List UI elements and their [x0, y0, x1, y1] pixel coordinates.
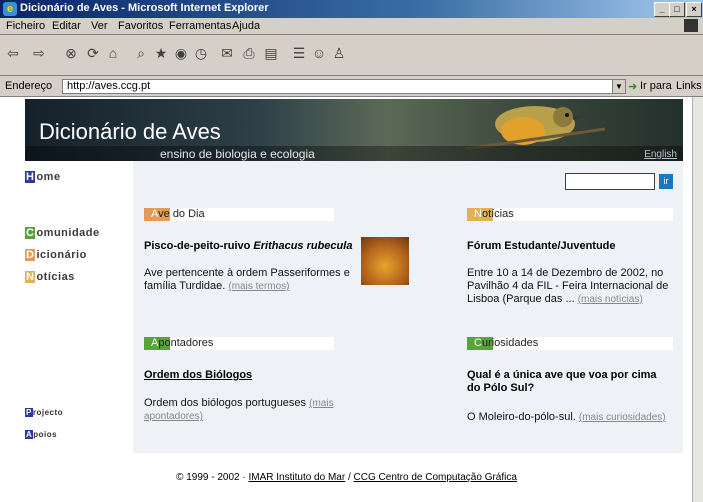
stop-icon[interactable]: ⊗ — [62, 42, 80, 64]
nav-noticias[interactable]: Notícias — [25, 271, 75, 283]
ave-do-dia-text: Ave pertencente à ordem Passeriformes e … — [144, 267, 350, 292]
section-curiosidades-header: Curiosidades — [467, 337, 673, 350]
back-icon[interactable]: ⇦ — [4, 42, 22, 64]
search-input[interactable] — [565, 173, 655, 190]
section-apontadores-header: Apontadores — [144, 337, 334, 350]
address-input[interactable]: http://aves.ccg.pt — [62, 79, 616, 94]
nav-projecto[interactable]: Projecto — [25, 408, 63, 417]
nav-dicionario[interactable]: Dicionário — [25, 249, 87, 261]
home-icon[interactable]: ⌂ — [104, 42, 122, 64]
favorites-icon[interactable]: ★ — [152, 42, 170, 64]
noticias-text: Entre 10 a 14 de Dezembro de 2002, no Pa… — [467, 267, 669, 305]
vertical-scrollbar[interactable] — [692, 97, 703, 502]
mais-termos-link[interactable]: (mais termos) — [228, 281, 289, 292]
print-icon[interactable]: ⎙ — [240, 42, 258, 64]
menubar: Ficheiro Editar Ver Favoritos Ferramenta… — [0, 18, 703, 35]
address-label: Endereço — [5, 80, 53, 92]
minimize-button[interactable]: _ — [654, 2, 670, 17]
window-title: Dicionário de Aves - Microsoft Internet … — [20, 2, 269, 14]
ie-logo-icon: e — [3, 2, 17, 16]
history-icon[interactable]: ◷ — [192, 42, 210, 64]
close-button[interactable]: × — [686, 2, 702, 17]
address-bar: Endereço http://aves.ccg.pt ▼ ➜ Ir para … — [0, 76, 703, 97]
menu-ajuda[interactable]: Ajuda — [232, 20, 260, 32]
toolbar: ⇦ ⇨ ⊗ ⟳ ⌂ ⌕ ★ ◉ ◷ ✉ ⎙ ▤ ☰ ☺ ♙ — [0, 35, 703, 76]
media-icon[interactable]: ◉ — [172, 42, 190, 64]
main-content: ir Ave do Dia Pisco-de-peito-ruivo Erith… — [133, 161, 683, 453]
address-dropdown-icon[interactable]: ▼ — [612, 79, 626, 94]
english-link[interactable]: English — [644, 149, 677, 160]
web-page: Dicionário de Aves ensino de biologia e … — [0, 97, 693, 502]
search-icon[interactable]: ⌕ — [132, 42, 150, 64]
menu-ver[interactable]: Ver — [91, 20, 108, 32]
ave-do-dia-title[interactable]: Pisco-de-peito-ruivo Erithacus rubecula — [144, 240, 352, 252]
nav-home[interactable]: Home — [25, 171, 61, 183]
go-button[interactable]: Ir para — [640, 80, 672, 92]
curiosidades-title[interactable]: Qual é a única ave que voa por cima do P… — [467, 369, 672, 395]
contacts-icon[interactable]: ♙ — [330, 42, 348, 64]
site-title: Dicionário de Aves — [39, 119, 221, 144]
curiosidades-text: O Moleiro-do-pólo-sul. (mais curiosidade… — [467, 411, 666, 423]
mail-icon[interactable]: ✉ — [218, 42, 236, 64]
banner-subtitle-bar — [25, 146, 683, 161]
footer: © 1999 - 2002 · IMAR Instituto do Mar / … — [176, 472, 517, 483]
search-button[interactable]: ir — [659, 174, 673, 189]
go-arrow-icon[interactable]: ➜ — [628, 80, 637, 93]
section-ave-do-dia-header: Ave do Dia — [144, 208, 334, 221]
menu-ficheiro[interactable]: Ficheiro — [6, 20, 45, 32]
menu-favoritos[interactable]: Favoritos — [118, 20, 163, 32]
messenger-icon[interactable]: ☺ — [310, 42, 328, 64]
nav-comunidade[interactable]: Comunidade — [25, 227, 100, 239]
site-banner: Dicionário de Aves ensino de biologia e … — [25, 99, 683, 161]
forward-icon[interactable]: ⇨ — [30, 42, 48, 64]
maximize-button[interactable]: □ — [669, 2, 685, 17]
noticias-title[interactable]: Fórum Estudante/Juventude — [467, 240, 616, 252]
nav-apoios[interactable]: Apoios — [25, 430, 57, 439]
ave-do-dia-bird-image[interactable] — [361, 237, 409, 285]
discuss-icon[interactable]: ☰ — [290, 42, 308, 64]
mais-noticias-link[interactable]: (mais notícias) — [578, 294, 643, 305]
apontadores-title-link[interactable]: Ordem dos Biólogos — [144, 369, 252, 381]
apontadores-text: Ordem dos biólogos portugueses (mais apo… — [144, 397, 334, 422]
menu-editar[interactable]: Editar — [52, 20, 81, 32]
section-noticias-header: Notícias — [467, 208, 673, 221]
edit-icon[interactable]: ▤ — [262, 42, 280, 64]
window-titlebar: e Dicionário de Aves - Microsoft Interne… — [0, 0, 703, 18]
site-subtitle: ensino de biologia e ecologia — [160, 147, 315, 161]
links-button[interactable]: Links — [676, 80, 702, 92]
imar-link[interactable]: IMAR Instituto do Mar — [248, 472, 345, 483]
menu-ferramentas[interactable]: Ferramentas — [169, 20, 231, 32]
windows-flag-icon — [684, 19, 698, 32]
mais-curiosidades-link[interactable]: (mais curiosidades) — [579, 412, 666, 423]
refresh-icon[interactable]: ⟳ — [84, 42, 102, 64]
ccg-link[interactable]: CCG Centro de Computação Gráfica — [354, 472, 517, 483]
